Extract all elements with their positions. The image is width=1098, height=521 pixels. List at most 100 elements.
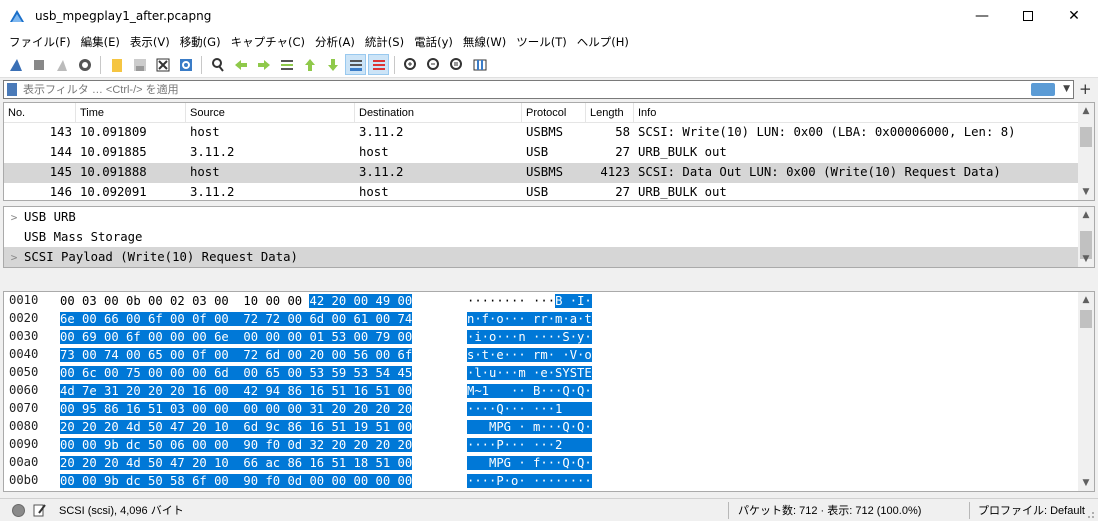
hex-row[interactable]: 0020 6e 00 66 00 6f 00 0f 00 72 72 00 6d… [4,310,1080,328]
hex-row[interactable]: 0010 00 03 00 0b 00 02 03 00 10 00 00 42… [4,292,1080,310]
bytes-scrollbar[interactable]: ▲ ▼ [1078,292,1094,491]
menu-help[interactable]: ヘルプ(H) [572,34,634,50]
expand-chevron-icon[interactable]: > [4,251,24,264]
tree-item-label: SCSI Payload (Write(10) Request Data) [24,250,298,264]
tree-item[interactable]: > USB URB [4,207,1080,227]
status-profile[interactable]: プロファイル: Default [978,502,1085,518]
scroll-up-icon[interactable]: ▲ [1078,292,1094,308]
menu-view[interactable]: 表示(V) [125,34,175,50]
col-header-length[interactable]: Length [586,103,634,123]
col-header-no[interactable]: No. [4,103,76,123]
tree-item-selected[interactable]: > SCSI Payload (Write(10) Request Data) [4,247,1080,267]
menu-analyze[interactable]: 分析(A) [310,34,360,50]
go-first-packet-button[interactable] [299,54,320,75]
packet-source: 3.11.2 [190,145,235,159]
hex-row[interactable]: 0040 73 00 74 00 65 00 0f 00 72 6d 00 20… [4,346,1080,364]
close-file-button[interactable] [152,54,173,75]
hex-row[interactable]: 0090 00 00 9b dc 50 06 00 00 90 f0 0d 32… [4,436,1080,454]
bookmark-icon[interactable] [7,83,17,96]
reload-file-button[interactable] [175,54,196,75]
zoom-reset-button[interactable] [446,54,467,75]
packet-destination: host [359,185,389,199]
go-back-button[interactable] [230,54,251,75]
scroll-down-icon[interactable]: ▼ [1078,475,1094,491]
autoscroll-button[interactable] [345,54,366,75]
menu-capture[interactable]: キャプチャ(C) [226,34,310,50]
menu-edit[interactable]: 編集(E) [76,34,125,50]
packet-details-tree[interactable]: > USB URB USB Mass Storage > SCSI Payloa… [3,206,1095,268]
col-header-source[interactable]: Source [186,103,355,123]
hex-row[interactable]: 0060 4d 7e 31 20 20 20 16 00 42 94 86 16… [4,382,1080,400]
toolbar-separator [201,55,202,74]
packet-protocol: USBMS [526,165,564,179]
packet-list-scrollbar[interactable]: ▲ ▼ [1078,103,1094,200]
go-last-packet-button[interactable] [322,54,343,75]
add-filter-button-plus-icon[interactable]: + [1079,80,1092,98]
packet-list[interactable]: No. Time Source Destination Protocol Len… [3,102,1095,201]
menu-file[interactable]: ファイル(F) [4,34,76,50]
packet-row[interactable]: 144 10.091885 3.11.2 host USB 27 URB_BUL… [4,143,1080,163]
status-divider [969,502,970,519]
close-button[interactable]: ✕ [1051,0,1097,32]
scroll-up-icon[interactable]: ▲ [1078,207,1094,223]
ascii-bytes-highlighted: M~1 ·· B···Q·Q· [467,384,592,398]
scroll-down-icon[interactable]: ▼ [1078,184,1094,200]
scroll-down-icon[interactable]: ▼ [1078,251,1094,267]
minimize-icon: — [975,8,989,24]
find-packet-button[interactable] [207,54,228,75]
col-header-time[interactable]: Time [76,103,186,123]
hex-row[interactable]: 0070 00 95 86 16 51 03 00 00 00 00 00 31… [4,400,1080,418]
start-capture-button[interactable] [5,54,26,75]
details-scrollbar[interactable]: ▲ ▼ [1078,207,1094,267]
resize-grip-icon[interactable] [1085,509,1095,519]
zoom-out-button[interactable] [423,54,444,75]
colorize-button[interactable] [368,54,389,75]
open-file-button[interactable] [106,54,127,75]
status-packet-count: パケット数: 712 · 表示: 712 (100.0%) [738,505,922,517]
hex-offset: 0070 [9,401,39,415]
save-file-button[interactable] [129,54,150,75]
resize-columns-button[interactable] [469,54,490,75]
menu-go[interactable]: 移動(G) [175,34,226,50]
hex-offset: 0030 [9,329,39,343]
hex-bytes: 00 03 00 0b 00 02 03 00 10 00 00 [60,294,310,308]
go-to-packet-button[interactable] [276,54,297,75]
restart-capture-button[interactable] [51,54,72,75]
packet-bytes-pane[interactable]: 0010 00 03 00 0b 00 02 03 00 10 00 00 42… [3,291,1095,492]
capture-options-button[interactable] [74,54,95,75]
hex-bytes-highlighted: 20 20 20 4d 50 47 20 10 6d 9c 86 16 51 1… [60,420,413,434]
packet-destination: host [359,145,389,159]
packet-row-selected[interactable]: 145 10.091888 host 3.11.2 USBMS 4123 SCS… [4,163,1080,183]
scroll-up-icon[interactable]: ▲ [1078,103,1094,119]
packet-row[interactable]: 146 10.092091 3.11.2 host USB 27 URB_BUL… [4,183,1080,200]
display-filter-field[interactable]: ▼ [3,80,1074,99]
edit-comment-icon[interactable] [33,503,47,517]
packet-row[interactable]: 143 10.091809 host 3.11.2 USBMS 58 SCSI:… [4,123,1080,143]
menu-tools[interactable]: ツール(T) [511,34,572,50]
tree-item[interactable]: USB Mass Storage [4,227,1080,247]
minimize-button[interactable]: — [959,0,1005,32]
menu-wireless[interactable]: 無線(W) [458,34,511,50]
scrollbar-thumb[interactable] [1080,127,1092,147]
display-filter-input[interactable] [23,83,923,96]
col-header-info[interactable]: Info [634,103,1074,123]
expand-chevron-icon[interactable]: > [4,211,24,224]
zoom-in-button[interactable] [400,54,421,75]
hex-row[interactable]: 0080 20 20 20 4d 50 47 20 10 6d 9c 86 16… [4,418,1080,436]
hex-row[interactable]: 00a0 20 20 20 4d 50 47 20 10 66 ac 86 16… [4,454,1080,472]
col-header-destination[interactable]: Destination [355,103,522,123]
hex-row[interactable]: 00b0 00 00 9b dc 50 58 6f 00 90 f0 0d 00… [4,472,1080,490]
scrollbar-thumb[interactable] [1080,310,1092,328]
expert-info-icon[interactable] [12,503,25,517]
apply-filter-arrow-icon[interactable] [1031,83,1055,96]
col-header-protocol[interactable]: Protocol [522,103,586,123]
hex-row[interactable]: 0050 00 6c 00 75 00 00 00 6d 00 65 00 53… [4,364,1080,382]
hex-row[interactable]: 0030 00 69 00 6f 00 00 00 6e 00 00 00 01… [4,328,1080,346]
stop-capture-button[interactable] [28,54,49,75]
menu-telephony[interactable]: 電話(y) [409,34,458,50]
ascii-bytes-highlighted: ····P·o· ········ [467,474,592,488]
maximize-button[interactable] [1005,0,1051,32]
filter-dropdown-icon[interactable]: ▼ [1063,84,1070,94]
menu-statistics[interactable]: 統計(S) [360,34,409,50]
go-forward-button[interactable] [253,54,274,75]
